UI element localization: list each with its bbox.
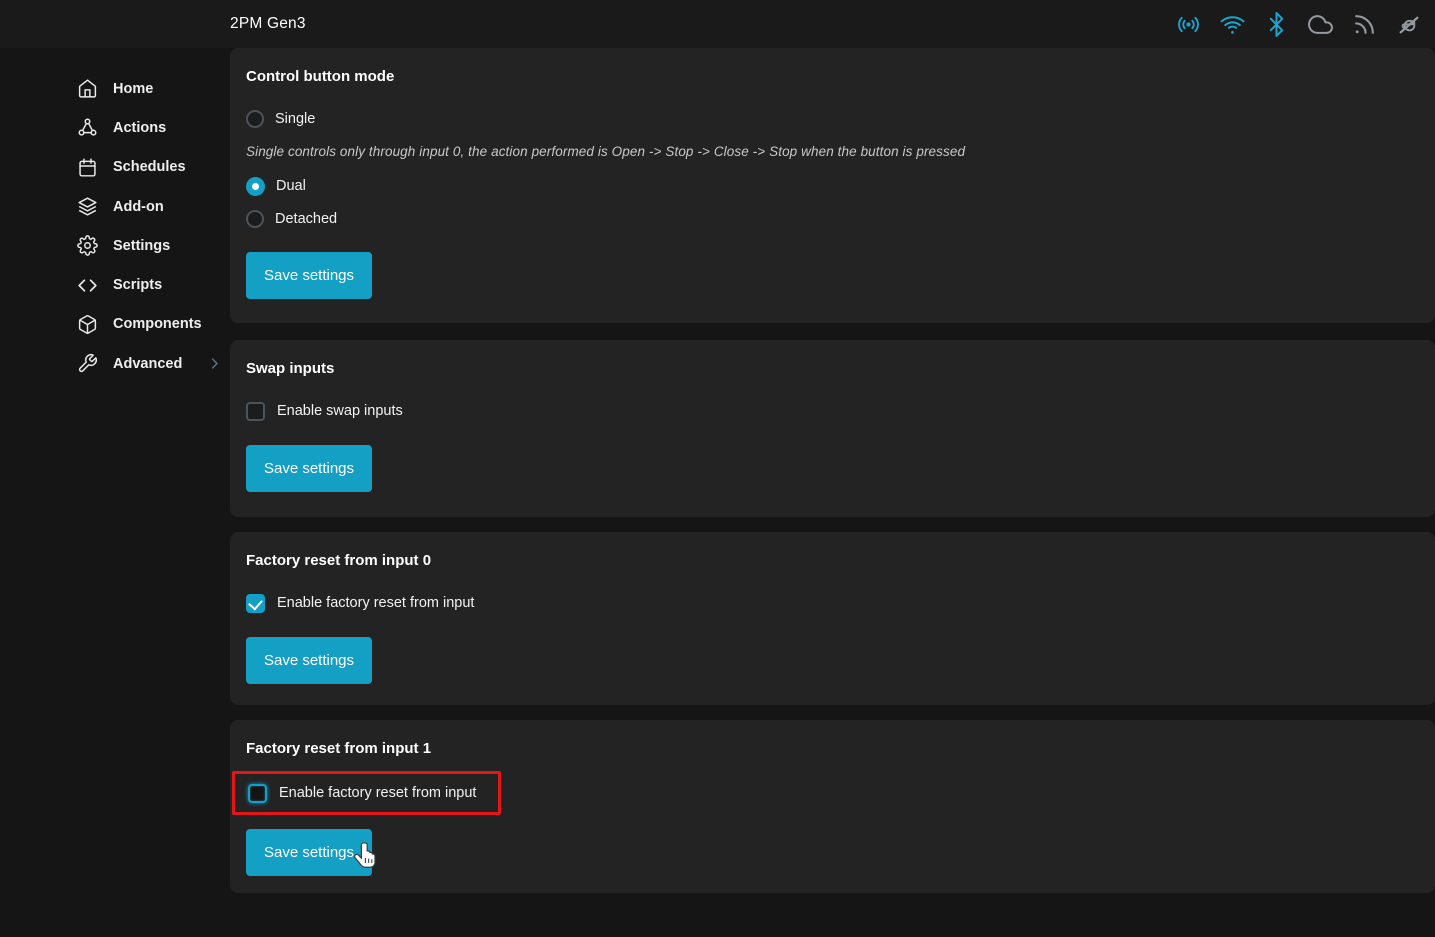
sidebar-label: Scripts <box>113 277 162 293</box>
enable-factory-reset-0-checkbox-row[interactable]: Enable factory reset from input <box>246 592 474 614</box>
wrench-icon <box>77 353 98 374</box>
sidebar-item-home[interactable]: Home <box>0 69 230 108</box>
section-control-button-mode: Control button mode Single Single contro… <box>230 48 1435 323</box>
sidebar-nav: Home Actions Schedules <box>0 48 230 937</box>
section-swap-inputs: Swap inputs Enable swap inputs Save sett… <box>230 340 1435 517</box>
main-content: Control button mode Single Single contro… <box>230 48 1435 893</box>
single-mode-hint: Single controls only through input 0, th… <box>246 144 1419 159</box>
sidebar-label: Schedules <box>113 159 186 175</box>
red-annotation-box: Enable factory reset from input <box>232 771 501 815</box>
checkbox-unchecked[interactable] <box>246 402 265 421</box>
gear-icon <box>77 235 98 256</box>
calendar-icon <box>77 157 98 178</box>
section-factory-reset-input-0: Factory reset from input 0 Enable factor… <box>230 532 1435 705</box>
radio-option-dual[interactable]: Dual <box>246 176 306 196</box>
checkbox-label: Enable factory reset from input <box>279 785 476 801</box>
chevron-right-icon <box>207 356 222 371</box>
enable-factory-reset-1-checkbox-row[interactable]: Enable factory reset from input <box>248 782 476 804</box>
sidebar-label: Home <box>113 81 153 97</box>
status-icon-group <box>1176 0 1421 48</box>
layers-icon <box>77 196 98 217</box>
sidebar-item-schedules[interactable]: Schedules <box>0 148 230 187</box>
bluetooth-icon[interactable] <box>1264 12 1289 37</box>
ethernet-off-icon[interactable] <box>1396 12 1421 37</box>
sidebar-item-settings[interactable]: Settings <box>0 226 230 265</box>
wifi-icon[interactable] <box>1220 12 1245 37</box>
sidebar-item-addon[interactable]: Add-on <box>0 187 230 226</box>
sidebar-label: Settings <box>113 238 170 254</box>
section-factory-reset-input-1: Factory reset from input 1 Enable factor… <box>230 720 1435 893</box>
save-settings-button[interactable]: Save settings <box>246 829 372 876</box>
access-point-icon[interactable] <box>1176 12 1201 37</box>
radio-label: Single <box>275 111 315 127</box>
cloud-icon[interactable] <box>1308 12 1333 37</box>
sidebar-label: Actions <box>113 120 166 136</box>
checkbox-unchecked-focused[interactable] <box>248 784 267 803</box>
save-settings-button[interactable]: Save settings <box>246 637 372 684</box>
code-icon <box>77 275 98 296</box>
checkbox-checked[interactable] <box>246 594 265 613</box>
sidebar-item-scripts[interactable]: Scripts <box>0 265 230 304</box>
checkbox-label: Enable swap inputs <box>277 403 403 419</box>
radio-unchecked[interactable] <box>246 110 264 128</box>
radio-checked[interactable] <box>246 177 265 196</box>
checkbox-label: Enable factory reset from input <box>277 595 474 611</box>
home-icon <box>77 78 98 99</box>
section-title: Factory reset from input 0 <box>246 532 1419 569</box>
section-title: Control button mode <box>246 48 1419 85</box>
radio-label: Detached <box>275 211 337 227</box>
sidebar-label: Components <box>113 316 202 332</box>
sidebar-item-components[interactable]: Components <box>0 305 230 344</box>
section-title: Swap inputs <box>246 340 1419 377</box>
save-settings-button[interactable]: Save settings <box>246 445 372 492</box>
device-title: 2PM Gen3 <box>230 0 306 48</box>
mqtt-rss-icon[interactable] <box>1352 12 1377 37</box>
actions-icon <box>77 117 98 138</box>
radio-option-detached[interactable]: Detached <box>246 209 337 229</box>
radio-unchecked[interactable] <box>246 210 264 228</box>
sidebar-label: Advanced <box>113 356 182 372</box>
save-settings-button[interactable]: Save settings <box>246 252 372 299</box>
radio-option-single[interactable]: Single <box>246 109 315 129</box>
cube-icon <box>77 314 98 335</box>
radio-label: Dual <box>276 178 306 194</box>
top-bar: 2PM Gen3 <box>0 0 1435 48</box>
section-title: Factory reset from input 1 <box>246 720 1419 757</box>
sidebar-item-actions[interactable]: Actions <box>0 108 230 147</box>
enable-swap-inputs-checkbox-row[interactable]: Enable swap inputs <box>246 400 403 422</box>
sidebar-label: Add-on <box>113 199 164 215</box>
sidebar-item-advanced[interactable]: Advanced <box>0 344 230 383</box>
